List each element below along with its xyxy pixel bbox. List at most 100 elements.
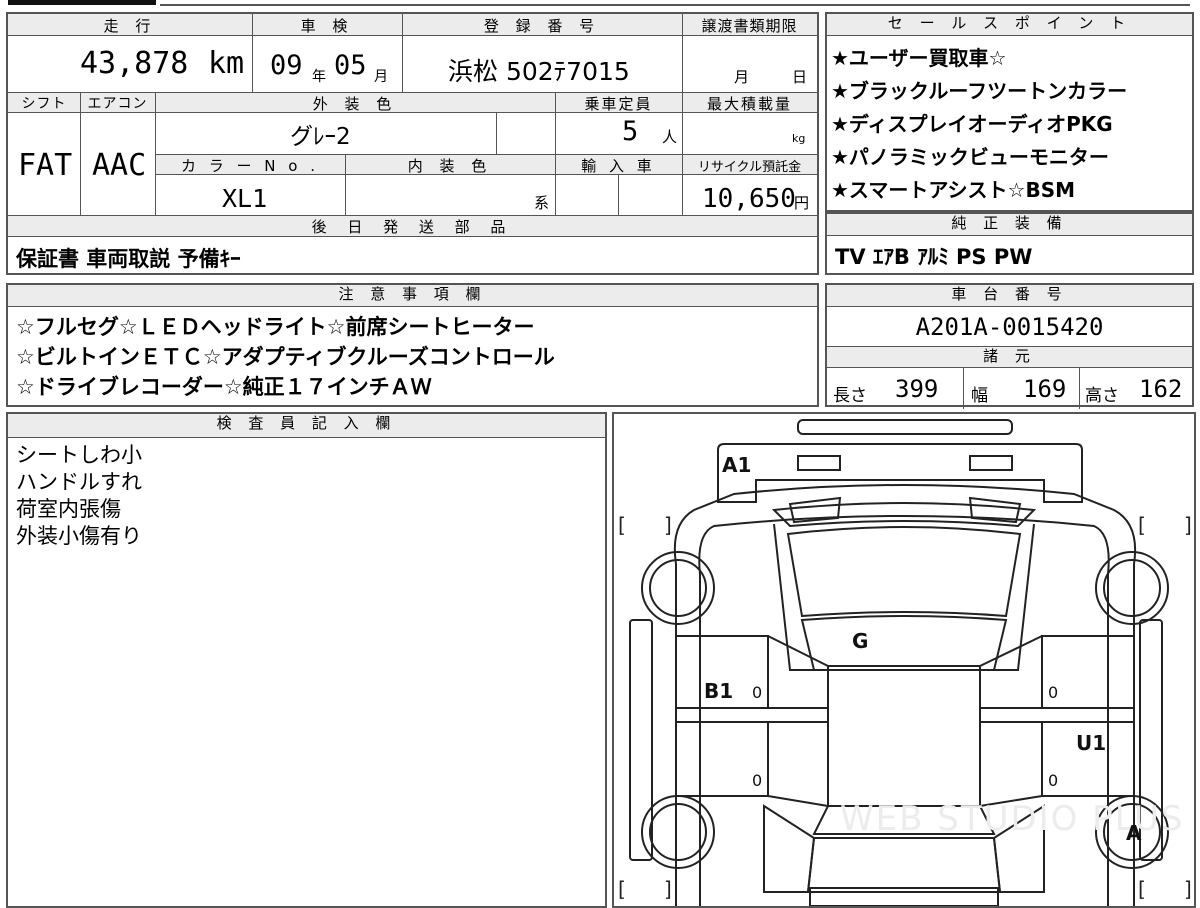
- zero-mark-lr: 0: [752, 771, 762, 790]
- recycle-amount: 10,650: [702, 184, 796, 214]
- inspector-note-item: 荷室内張傷: [16, 497, 121, 521]
- car-diagram-block: WEB STUDIO PLUS [ ] [ ] [ ] [ ] A1 G B1 …: [612, 412, 1196, 908]
- damage-mark-front: A1: [722, 453, 751, 477]
- wheel-rear-left-inner: [649, 803, 707, 861]
- notes-list: ☆フルセグ☆ＬＥＤヘッドライト☆前席シートヒーター ☆ビルトインＥＴＣ☆アダプテ…: [16, 312, 555, 402]
- rear-hatch: [806, 837, 1002, 893]
- inspector-note-item: ハンドルすれ: [16, 470, 142, 494]
- wheel-front-left-inner: [649, 559, 707, 617]
- header-interior-color: 内 装 色: [407, 157, 493, 175]
- sales-points-header: セ ー ル ス ポ イ ン ト: [827, 14, 1192, 36]
- bracket-close-tl: ]: [664, 513, 672, 537]
- damage-mark-top: G: [852, 629, 868, 653]
- header-registration: 登 録 番 号: [483, 17, 601, 35]
- inspection-month-unit: 月: [374, 69, 388, 85]
- sales-points-list: ★ユーザー買取車☆ ★ブラックルーフツートンカラー ★ディスプレイオーディオPK…: [831, 42, 1127, 207]
- header-transfer-deadline: 譲渡書類期限: [701, 17, 798, 35]
- headlight-right: [969, 455, 1013, 471]
- damage-mark-right-wheel: A: [1126, 821, 1142, 845]
- front-bumper: [717, 443, 1083, 503]
- header-shift: シフト: [21, 96, 67, 112]
- chassis-block: 車 台 番 号 A201A-0015420 諸 元 長さ 399 幅 169 高…: [825, 283, 1194, 409]
- zero-mark-lf: 0: [752, 683, 762, 702]
- length-value: 399: [895, 375, 939, 403]
- grid-v-1: [252, 14, 253, 92]
- height-label: 高さ: [1085, 386, 1119, 406]
- header-import: 輸 入 車: [581, 157, 656, 175]
- sales-point-item: ★ブラックルーフツートンカラー: [831, 79, 1128, 103]
- genuine-equipment-value: TV ｴｱB ｱﾙﾐ PS PW: [835, 245, 1033, 269]
- color-no-value: XL1: [222, 184, 268, 213]
- right-sill: [979, 707, 1135, 723]
- header-inspection: 車 検: [300, 17, 354, 35]
- top-strip: [0, 0, 1200, 6]
- grid-v-6: [555, 92, 556, 215]
- grid-v-5: [155, 92, 156, 215]
- left-side-strip: [629, 619, 653, 861]
- rear-bumper: [809, 887, 999, 906]
- capacity-unit: 人: [662, 128, 678, 146]
- windshield: [786, 526, 1022, 618]
- chassis-header: 車 台 番 号: [827, 285, 1192, 307]
- inspector-block: 検 査 員 記 入 欄 シートしわ小 ハンドルすれ 荷室内張傷 外装小傷有り: [6, 412, 607, 908]
- height-value: 162: [1139, 375, 1183, 403]
- damage-mark-left-door: B1: [704, 679, 733, 703]
- body-outline: [673, 484, 1137, 906]
- notes-header: 注 意 事 項 欄: [8, 285, 817, 307]
- top-strip-cells: [160, 0, 1190, 6]
- zero-mark-rf: 0: [1048, 683, 1058, 702]
- grid-v-3: [682, 14, 683, 215]
- car-diagram: WEB STUDIO PLUS [ ] [ ] [ ] [ ] A1 G B1 …: [618, 419, 1192, 906]
- bracket-open-br: [: [1138, 877, 1146, 901]
- width-value: 169: [1023, 375, 1067, 403]
- registration-number: 浜松 502ﾃ7015: [448, 57, 630, 86]
- grid-v-9: [618, 175, 619, 215]
- header-max-load: 最大積載量: [706, 95, 792, 113]
- top-strip-black-block: [8, 0, 156, 5]
- headlight-left: [797, 455, 841, 471]
- inspection-month: 05: [334, 50, 367, 81]
- recycle-unit: 円: [794, 194, 810, 212]
- inspection-year: 09: [270, 50, 303, 81]
- note-item: ☆ビルトインＥＴＣ☆アダプティブクルーズコントロール: [16, 345, 555, 369]
- grid-v-2: [402, 14, 403, 92]
- specs-divider-1: [963, 368, 964, 409]
- sales-point-item: ★パノラミックビューモニター: [831, 145, 1109, 169]
- left-sill: [675, 707, 829, 723]
- damage-mark-right-rear: U1: [1076, 731, 1106, 755]
- shift-value: FAT: [18, 148, 73, 183]
- sales-point-item: ★スマートアシスト☆BSM: [831, 178, 1076, 202]
- chassis-number: A201A-0015420: [915, 313, 1104, 341]
- header-recycle: リサイクル預託金: [697, 160, 802, 175]
- wheel-front-right: [1095, 551, 1169, 625]
- deadline-day-unit: 日: [792, 68, 808, 86]
- aircon-value: AAC: [92, 148, 147, 183]
- zero-mark-rr: 0: [1048, 771, 1058, 790]
- header-mileage: 走 行: [103, 17, 157, 35]
- deadline-month-unit: 月: [734, 68, 750, 86]
- bracket-close-br: ]: [1184, 877, 1192, 901]
- roof-front: [800, 615, 1008, 671]
- capacity-value: 5: [622, 116, 639, 147]
- body-inner-outline: [698, 515, 1110, 906]
- grid-v-7: [496, 113, 497, 154]
- bracket-open-tr: [: [1138, 513, 1146, 537]
- genuine-equipment-block: 純 正 装 備 TV ｴｱB ｱﾙﾐ PS PW: [825, 212, 1194, 275]
- inspection-year-unit: 年: [312, 69, 326, 85]
- header-color-no: カ ラ ー N o .: [180, 157, 319, 175]
- sales-point-item: ★ディスプレイオーディオPKG: [831, 112, 1113, 136]
- specs-header: 諸 元: [827, 346, 1192, 368]
- notes-block: 注 意 事 項 欄 ☆フルセグ☆ＬＥＤヘッドライト☆前席シートヒーター ☆ビルト…: [6, 283, 819, 407]
- exterior-color-value: グﾚｰ2: [290, 124, 351, 150]
- mileage-value: 43,878: [80, 46, 189, 81]
- hood-panel: [771, 502, 1037, 528]
- bracket-close-bl: ]: [664, 877, 672, 901]
- genuine-equipment-header: 純 正 装 備: [827, 214, 1192, 236]
- vehicle-info-block: 走 行 車 検 登 録 番 号 譲渡書類期限 43,878 km 09 年 05…: [6, 12, 819, 275]
- header-exterior-color: 外 装 色: [312, 95, 398, 113]
- grid-v-8: [345, 154, 346, 215]
- inspector-notes-list: シートしわ小 ハンドルすれ 荷室内張傷 外装小傷有り: [16, 442, 142, 550]
- note-item: ☆フルセグ☆ＬＥＤヘッドライト☆前席シートヒーター: [16, 315, 535, 339]
- later-parts-value: 保証書 車両取説 予備ｷｰ: [16, 247, 241, 271]
- sales-point-item: ★ユーザー買取車☆: [831, 46, 1007, 70]
